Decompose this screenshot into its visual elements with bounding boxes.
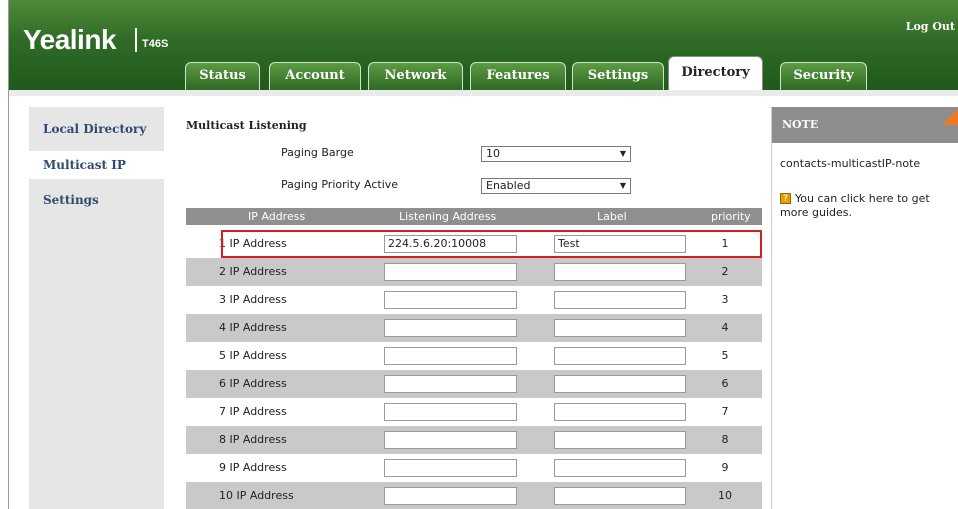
paging-barge-value: 10: [486, 147, 500, 160]
paging-barge-label: Paging Barge: [281, 146, 354, 159]
row-label: 8 IP Address: [219, 433, 287, 446]
header-priority: priority: [711, 210, 751, 223]
listening-address-input[interactable]: [384, 347, 517, 365]
row-label: 10 IP Address: [219, 489, 294, 502]
paging-priority-label: Paging Priority Active: [281, 178, 399, 191]
row-priority: 9: [721, 461, 729, 474]
label-input[interactable]: [554, 431, 686, 449]
row-label: 4 IP Address: [219, 321, 287, 334]
header-listening-address: Listening Address: [399, 210, 497, 223]
row-label: 3 IP Address: [219, 293, 287, 306]
label-input[interactable]: [554, 347, 686, 365]
tab-network[interactable]: Network: [368, 62, 463, 90]
listening-address-input[interactable]: [384, 403, 517, 421]
paging-priority-select[interactable]: Enabled ▼: [481, 178, 631, 194]
row-priority: 2: [721, 265, 729, 278]
chevron-down-icon: ▼: [619, 181, 626, 190]
note-panel: NOTE contacts-multicastIP-note You can c…: [771, 107, 958, 509]
sidebar-item-multicast-ip[interactable]: Multicast IP: [29, 151, 179, 179]
tab-account[interactable]: Account: [269, 62, 361, 90]
row-priority: 6: [721, 377, 729, 390]
table-row: 2 IP Address 2: [186, 258, 762, 286]
listening-address-input[interactable]: [384, 431, 517, 449]
header-label: Label: [597, 210, 627, 223]
row-label: 2 IP Address: [219, 265, 287, 278]
tab-security[interactable]: Security: [780, 62, 867, 90]
paging-barge-select[interactable]: 10 ▼: [481, 146, 631, 162]
table-row: 9 IP Address 9: [186, 454, 762, 482]
paging-priority-value: Enabled: [486, 179, 531, 192]
label-input[interactable]: [554, 319, 686, 337]
label-input[interactable]: [554, 263, 686, 281]
header-ip-address: IP Address: [248, 210, 306, 223]
label-input[interactable]: Test: [554, 235, 686, 253]
label-input[interactable]: [554, 487, 686, 505]
row-priority: 8: [721, 433, 729, 446]
table-row: 3 IP Address 3: [186, 286, 762, 314]
row-priority: 1: [721, 237, 729, 250]
listening-address-input[interactable]: [384, 291, 517, 309]
row-priority: 7: [721, 405, 729, 418]
table-row: 4 IP Address 4: [186, 314, 762, 342]
label-input[interactable]: [554, 291, 686, 309]
table-row: 7 IP Address 7: [186, 398, 762, 426]
sidebar-item-local-directory[interactable]: Local Directory: [29, 115, 164, 143]
listening-address-input[interactable]: 224.5.6.20:10008: [384, 235, 517, 253]
row-priority: 5: [721, 349, 729, 362]
tab-settings[interactable]: Settings: [572, 62, 664, 90]
row-priority: 10: [718, 489, 732, 502]
listening-address-input[interactable]: [384, 459, 517, 477]
page-frame: Yealink T46S Log Out Status Account Netw…: [8, 0, 958, 509]
note-title: NOTE: [772, 107, 958, 143]
table-row: 1 IP Address 224.5.6.20:10008 Test 1: [186, 230, 762, 258]
row-priority: 3: [721, 293, 729, 306]
logout-link[interactable]: Log Out: [906, 20, 955, 33]
row-label: 9 IP Address: [219, 461, 287, 474]
model-label: T46S: [142, 38, 169, 50]
listening-address-input[interactable]: [384, 319, 517, 337]
row-label: 5 IP Address: [219, 349, 287, 362]
header-bar: Yealink T46S Log Out Status Account Netw…: [9, 0, 958, 90]
logo-separator: [135, 28, 137, 52]
table-row: 6 IP Address 6: [186, 370, 762, 398]
table-row: 10 IP Address 10: [186, 482, 762, 509]
label-input[interactable]: [554, 403, 686, 421]
note-corner-flag: [942, 107, 958, 125]
note-key: contacts-multicastIP-note: [780, 157, 921, 170]
chevron-down-icon: ▼: [619, 149, 626, 158]
table-header: IP Address Listening Address Label prior…: [186, 208, 762, 225]
tab-status[interactable]: Status: [185, 62, 260, 90]
row-label: 6 IP Address: [219, 377, 287, 390]
row-priority: 4: [721, 321, 729, 334]
tab-directory[interactable]: Directory: [668, 56, 763, 90]
listening-address-input[interactable]: [384, 263, 517, 281]
label-input[interactable]: [554, 375, 686, 393]
note-text[interactable]: You can click here to get more guides.: [780, 192, 956, 220]
table-row: 5 IP Address 5: [186, 342, 762, 370]
tab-features[interactable]: Features: [470, 62, 566, 90]
sidebar-item-settings[interactable]: Settings: [29, 186, 164, 214]
row-label: 1 IP Address: [219, 237, 287, 250]
tab-underline-strip: [9, 90, 958, 96]
listening-address-input[interactable]: [384, 375, 517, 393]
logo: Yealink: [23, 24, 117, 55]
section-title: Multicast Listening: [186, 119, 307, 132]
sidebar: Local Directory Multicast IP Settings: [29, 107, 179, 509]
row-label: 7 IP Address: [219, 405, 287, 418]
label-input[interactable]: [554, 459, 686, 477]
listening-address-input[interactable]: [384, 487, 517, 505]
help-icon[interactable]: ?: [780, 193, 791, 204]
table-row: 8 IP Address 8: [186, 426, 762, 454]
